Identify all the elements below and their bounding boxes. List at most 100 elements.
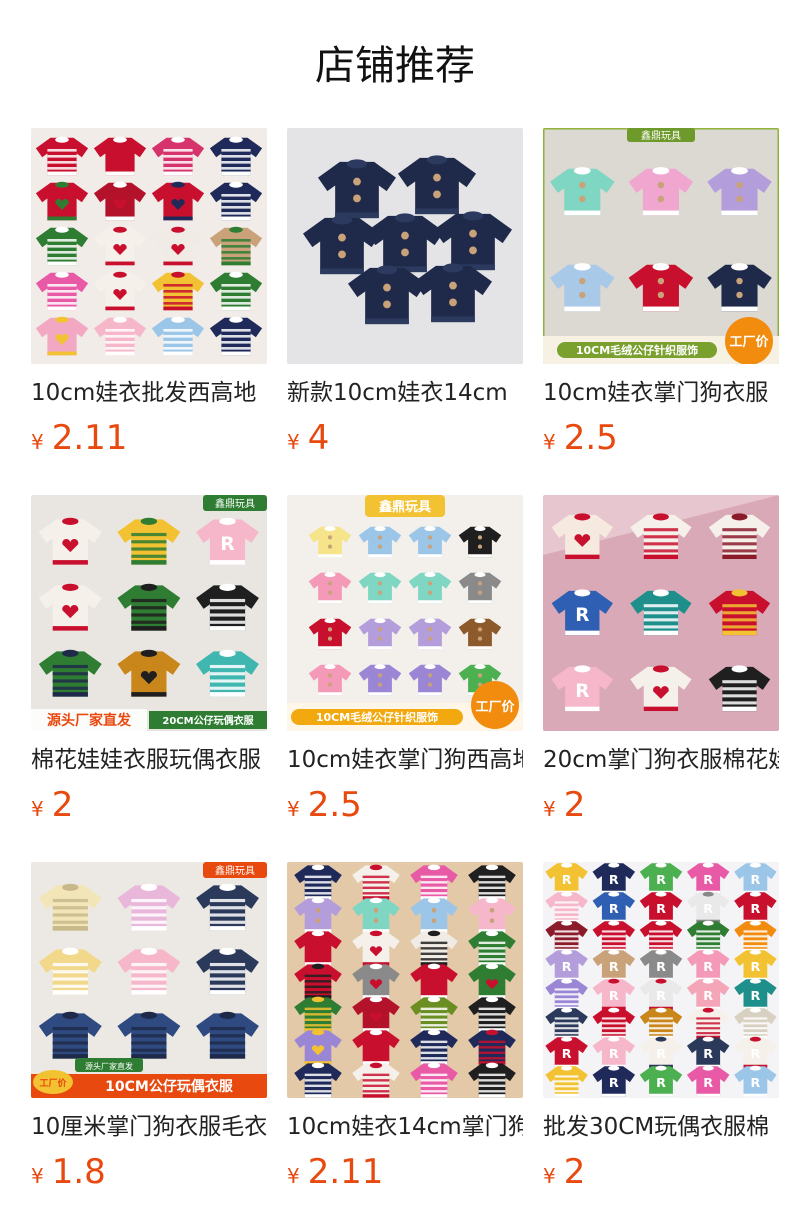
polaroid-sweaters-image: RR <box>543 495 779 731</box>
svg-text:R: R <box>656 873 666 888</box>
svg-text:R: R <box>575 681 589 702</box>
product-name[interactable]: 10cm娃衣批发西高地 <box>31 378 267 408</box>
product-image[interactable] <box>287 862 523 1098</box>
product-card[interactable]: 鑫鼎玩具 10CM毛绒公仔针织服饰 工厂价 10cm娃衣掌门狗衣服 ¥2.5 <box>543 128 779 495</box>
svg-text:R: R <box>656 960 666 975</box>
svg-text:R: R <box>703 960 713 975</box>
product-name[interactable]: 10厘米掌门狗衣服毛衣 <box>31 1112 267 1142</box>
product-image[interactable]: R 鑫鼎玩具 源头厂家直发 20CM公仔玩偶衣服 <box>31 495 267 731</box>
product-price: ¥2 <box>543 1152 779 1198</box>
product-price: ¥2 <box>543 785 779 831</box>
brand-badge: 鑫鼎玩具 <box>215 864 255 877</box>
svg-text:R: R <box>703 1076 713 1091</box>
product-card[interactable]: 鑫鼎玩具 源头厂家直发 10CM公仔玩偶衣服 工厂价 10厘米掌门狗衣服毛衣 ¥… <box>31 862 267 1229</box>
currency-symbol: ¥ <box>543 1164 556 1188</box>
product-name[interactable]: 批发30CM玩偶衣服棉 <box>543 1112 779 1142</box>
product-card[interactable]: RR 20cm掌门狗衣服棉花娃 ¥2 <box>543 495 779 862</box>
direct-ship-label: 源头厂家直发 <box>85 1061 133 1071</box>
direct-ship-label: 源头厂家直发 <box>47 712 132 729</box>
product-price: ¥2.5 <box>287 785 523 831</box>
banner-text: 10CM公仔玩偶衣服 <box>105 1078 234 1095</box>
price-value: 2.5 <box>307 785 362 825</box>
svg-text:R: R <box>609 1047 619 1062</box>
product-image[interactable]: 鑫鼎玩具 源头厂家直发 10CM公仔玩偶衣服 工厂价 <box>31 862 267 1098</box>
currency-symbol: ¥ <box>287 797 300 821</box>
svg-text:R: R <box>703 902 713 917</box>
product-image[interactable]: 鑫鼎玩具 10CM毛绒公仔针织服饰 工厂价 <box>543 128 779 364</box>
product-name[interactable]: 棉花娃娃衣服玩偶衣服 <box>31 745 267 775</box>
svg-text:R: R <box>656 989 666 1004</box>
product-card[interactable]: 10cm娃衣14cm掌门狗 ¥2.11 <box>287 862 523 1229</box>
banner-text: 20CM公仔玩偶衣服 <box>162 714 254 727</box>
svg-text:R: R <box>220 533 235 555</box>
brand-badge: 鑫鼎玩具 <box>641 129 681 142</box>
svg-text:R: R <box>609 960 619 975</box>
cardigan-collage-image: 鑫鼎玩具 10CM毛绒公仔针织服饰 工厂价 <box>543 128 779 364</box>
svg-text:R: R <box>609 873 619 888</box>
svg-text:R: R <box>562 1047 572 1062</box>
factory-price-badge: 工厂价 <box>475 700 515 715</box>
product-card[interactable]: 新款10cm娃衣14cm ¥4 <box>287 128 523 495</box>
svg-text:R: R <box>703 1047 713 1062</box>
product-name[interactable]: 新款10cm娃衣14cm <box>287 378 523 408</box>
svg-text:R: R <box>703 873 713 888</box>
svg-text:R: R <box>750 1047 760 1062</box>
currency-symbol: ¥ <box>543 430 556 454</box>
product-price: ¥2.5 <box>543 418 779 464</box>
svg-text:R: R <box>656 902 666 917</box>
navy-cardigans-image <box>287 128 523 364</box>
product-price: ¥2.11 <box>287 1152 523 1198</box>
svg-text:R: R <box>656 1047 666 1062</box>
many-sweaters-image: R R R R RR R R RR R R R RR R R RR R R R RR R R R <box>543 862 779 1098</box>
currency-symbol: ¥ <box>31 1164 44 1188</box>
svg-text:R: R <box>750 902 760 917</box>
svg-text:R: R <box>703 989 713 1004</box>
svg-text:R: R <box>562 873 572 888</box>
factory-price-badge: 工厂价 <box>729 335 769 350</box>
svg-text:R: R <box>750 1076 760 1091</box>
sweater-collage-image: R 鑫鼎玩具 源头厂家直发 20CM公仔玩偶衣服 <box>31 495 267 731</box>
price-value: 2 <box>51 785 74 825</box>
factory-price-badge: 工厂价 <box>39 1078 67 1089</box>
svg-text:R: R <box>609 902 619 917</box>
product-image[interactable]: RRRRRRRRRRRRRRRRRRRRRRRRRRR <box>543 862 779 1098</box>
product-image[interactable]: 鑫鼎玩具 10CM毛绒公仔针织服饰 工厂价 <box>287 495 523 731</box>
price-value: 4 <box>307 418 330 458</box>
product-grid: 10cm娃衣批发西高地 ¥2.11 新款10cm娃衣14cm ¥4 鑫鼎玩具 1… <box>31 128 790 1229</box>
svg-text:R: R <box>562 960 572 975</box>
brand-badge: 鑫鼎玩具 <box>215 497 255 510</box>
product-image[interactable] <box>287 128 523 364</box>
product-name[interactable]: 10cm娃衣14cm掌门狗 <box>287 1112 523 1142</box>
sweater-grid-image <box>31 128 267 364</box>
svg-text:R: R <box>656 1076 666 1091</box>
svg-text:R: R <box>750 960 760 975</box>
brand-badge: 鑫鼎玩具 <box>378 499 431 515</box>
svg-text:R: R <box>609 1076 619 1091</box>
svg-text:R: R <box>575 605 589 626</box>
product-price: ¥2.11 <box>31 418 267 464</box>
svg-text:R: R <box>750 873 760 888</box>
product-price: ¥4 <box>287 418 523 464</box>
currency-symbol: ¥ <box>287 1164 300 1188</box>
currency-symbol: ¥ <box>287 430 300 454</box>
svg-text:R: R <box>609 989 619 1004</box>
currency-symbol: ¥ <box>31 797 44 821</box>
product-image[interactable] <box>31 128 267 364</box>
price-value: 2 <box>563 1152 586 1192</box>
currency-symbol: ¥ <box>31 430 44 454</box>
product-card[interactable]: 鑫鼎玩具 10CM毛绒公仔针织服饰 工厂价 10cm娃衣掌门狗西高地 ¥2.5 <box>287 495 523 862</box>
banner-text: 10CM毛绒公仔针织服饰 <box>316 710 438 724</box>
striped-tees-image: 鑫鼎玩具 源头厂家直发 10CM公仔玩偶衣服 工厂价 <box>31 862 267 1098</box>
cardigan-grid-image: 鑫鼎玩具 10CM毛绒公仔针织服饰 工厂价 <box>287 495 523 731</box>
product-card[interactable]: 10cm娃衣批发西高地 ¥2.11 <box>31 128 267 495</box>
product-name[interactable]: 20cm掌门狗衣服棉花娃 <box>543 745 779 775</box>
product-card[interactable]: R 鑫鼎玩具 源头厂家直发 20CM公仔玩偶衣服 棉花娃娃衣服玩偶衣服 ¥2 <box>31 495 267 862</box>
product-name[interactable]: 10cm娃衣掌门狗衣服 <box>543 378 779 408</box>
product-price: ¥2 <box>31 785 267 831</box>
product-name[interactable]: 10cm娃衣掌门狗西高地 <box>287 745 523 775</box>
product-price: ¥1.8 <box>31 1152 267 1198</box>
product-image[interactable]: RR <box>543 495 779 731</box>
page-title: 店铺推荐 <box>315 43 475 89</box>
price-value: 2 <box>563 785 586 825</box>
product-card[interactable]: RRRRRRRRRRRRRRRRRRRRRRRRRRR 批发30CM玩偶衣服棉 … <box>543 862 779 1229</box>
